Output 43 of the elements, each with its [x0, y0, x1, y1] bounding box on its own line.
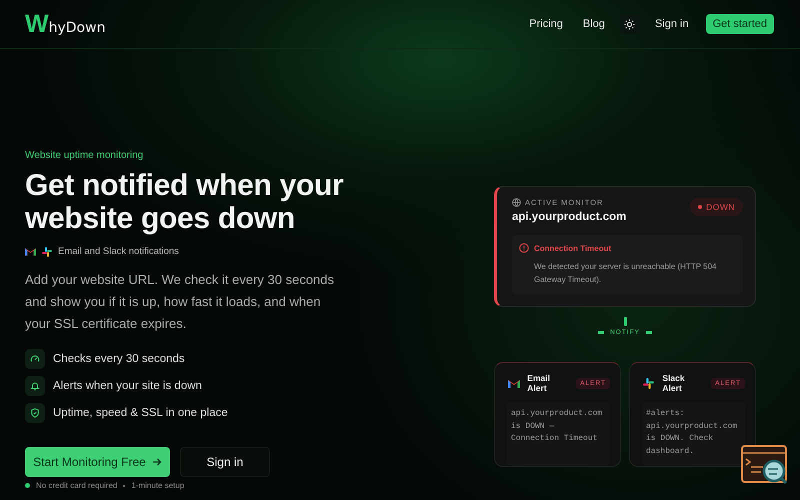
headline: Get notified when your website goes down: [25, 169, 344, 235]
error-message: We detected your server is unreachable (HTTP 504 Gateway Timeout).: [534, 261, 718, 286]
description: Add your website URL. We check it every 30 seconds and show you if it is up, how fast it loads, and when your SSL certificate expires.: [25, 271, 336, 333]
alert-title: Slack Alert: [662, 373, 686, 393]
status-dot: [25, 483, 30, 488]
separator-dot: [123, 484, 126, 486]
alert-message: #alerts: api.yourproduct.com is DOWN. Check dashboard.: [642, 402, 745, 466]
note-text: 1-minute setup: [131, 481, 184, 490]
alert-title: Email Alert: [527, 373, 551, 393]
slack-icon: [642, 376, 656, 390]
sign-in-link[interactable]: Sign in: [654, 18, 689, 30]
channels-text: Email and Slack notifications: [58, 246, 179, 257]
theme-toggle[interactable]: [620, 14, 640, 34]
feature-text: Alerts when your site is down: [53, 380, 202, 392]
alert-circle-icon: [519, 243, 529, 253]
note-text: No credit card required: [36, 481, 118, 490]
alert-message: api.yourproduct.com is DOWN — Connection Timeout: [507, 402, 610, 466]
gauge-icon: [25, 349, 45, 369]
feature-text: Uptime, speed & SSL in one place: [53, 407, 228, 419]
logo[interactable]: WhyDown: [25, 10, 106, 38]
globe-icon: [512, 198, 521, 207]
start-monitoring-button[interactable]: Start Monitoring Free: [25, 447, 170, 477]
error-title: Connection Timeout: [534, 244, 612, 252]
slack-icon: [42, 246, 52, 256]
bell-icon: [25, 376, 45, 396]
nav-link[interactable]: Pricing: [529, 18, 563, 30]
nav-link[interactable]: Blog: [582, 18, 605, 30]
connector-dash: [646, 331, 652, 334]
connector-line: [624, 317, 626, 326]
gmail-icon: [25, 247, 36, 256]
feature-text: Checks every 30 seconds: [53, 353, 185, 365]
sun-icon: [624, 18, 636, 30]
shield-icon: [25, 403, 45, 423]
browser-search-icon[interactable]: [741, 445, 789, 487]
arrow-right-icon: [152, 457, 162, 467]
eyebrow: Website uptime monitoring: [25, 150, 144, 161]
get-started-button[interactable]: Get started: [706, 14, 774, 34]
monitor-url: api.yourproduct.com: [512, 211, 626, 223]
logo-text: hyDown: [48, 20, 106, 36]
logo-letter: W: [25, 10, 49, 38]
connector-dash: [598, 331, 604, 334]
sign-in-button[interactable]: Sign in: [180, 447, 270, 477]
status-badge: DOWN: [690, 198, 743, 216]
